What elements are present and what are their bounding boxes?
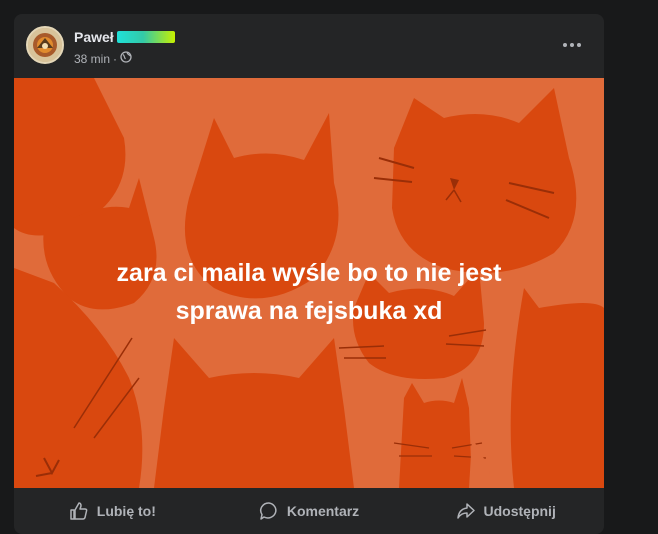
globe-icon[interactable]: [120, 51, 132, 66]
meta-separator: ·: [113, 51, 118, 66]
author-surname-redaction: [116, 31, 175, 43]
author-first-name[interactable]: Paweł: [74, 29, 114, 45]
post-image[interactable]: zara ci maila wyśle bo to nie jest spraw…: [14, 78, 604, 488]
post-card: Paweł 38 min · zara ci maila wyśle bo to…: [14, 14, 604, 534]
share-button[interactable]: Udostępnij: [407, 488, 604, 534]
thumbs-up-icon: [69, 501, 89, 521]
share-label: Udostępnij: [483, 503, 556, 519]
avatar-image: [28, 28, 62, 62]
post-meta: 38 min ·: [74, 51, 132, 66]
post-image-caption: zara ci maila wyśle bo to nie jest spraw…: [14, 254, 604, 330]
author-name[interactable]: Paweł: [74, 29, 175, 45]
caption-line-2: sprawa na fejsbuka xd: [175, 297, 443, 325]
like-button[interactable]: Lubię to!: [14, 488, 211, 534]
post-actions-bar: Lubię to! Komentarz Udostępnij: [14, 488, 604, 534]
like-label: Lubię to!: [96, 503, 156, 519]
author-avatar[interactable]: [26, 26, 64, 64]
post-header: Paweł 38 min ·: [14, 14, 604, 78]
post-time[interactable]: 38 min: [74, 52, 110, 66]
comment-label: Komentarz: [286, 503, 360, 519]
caption-line-1: zara ci maila wyśle bo to nie jest: [116, 259, 502, 287]
comment-button[interactable]: Komentarz: [211, 488, 408, 534]
comment-icon: [259, 501, 279, 521]
share-icon: [456, 501, 476, 521]
more-options-icon[interactable]: [558, 32, 586, 52]
